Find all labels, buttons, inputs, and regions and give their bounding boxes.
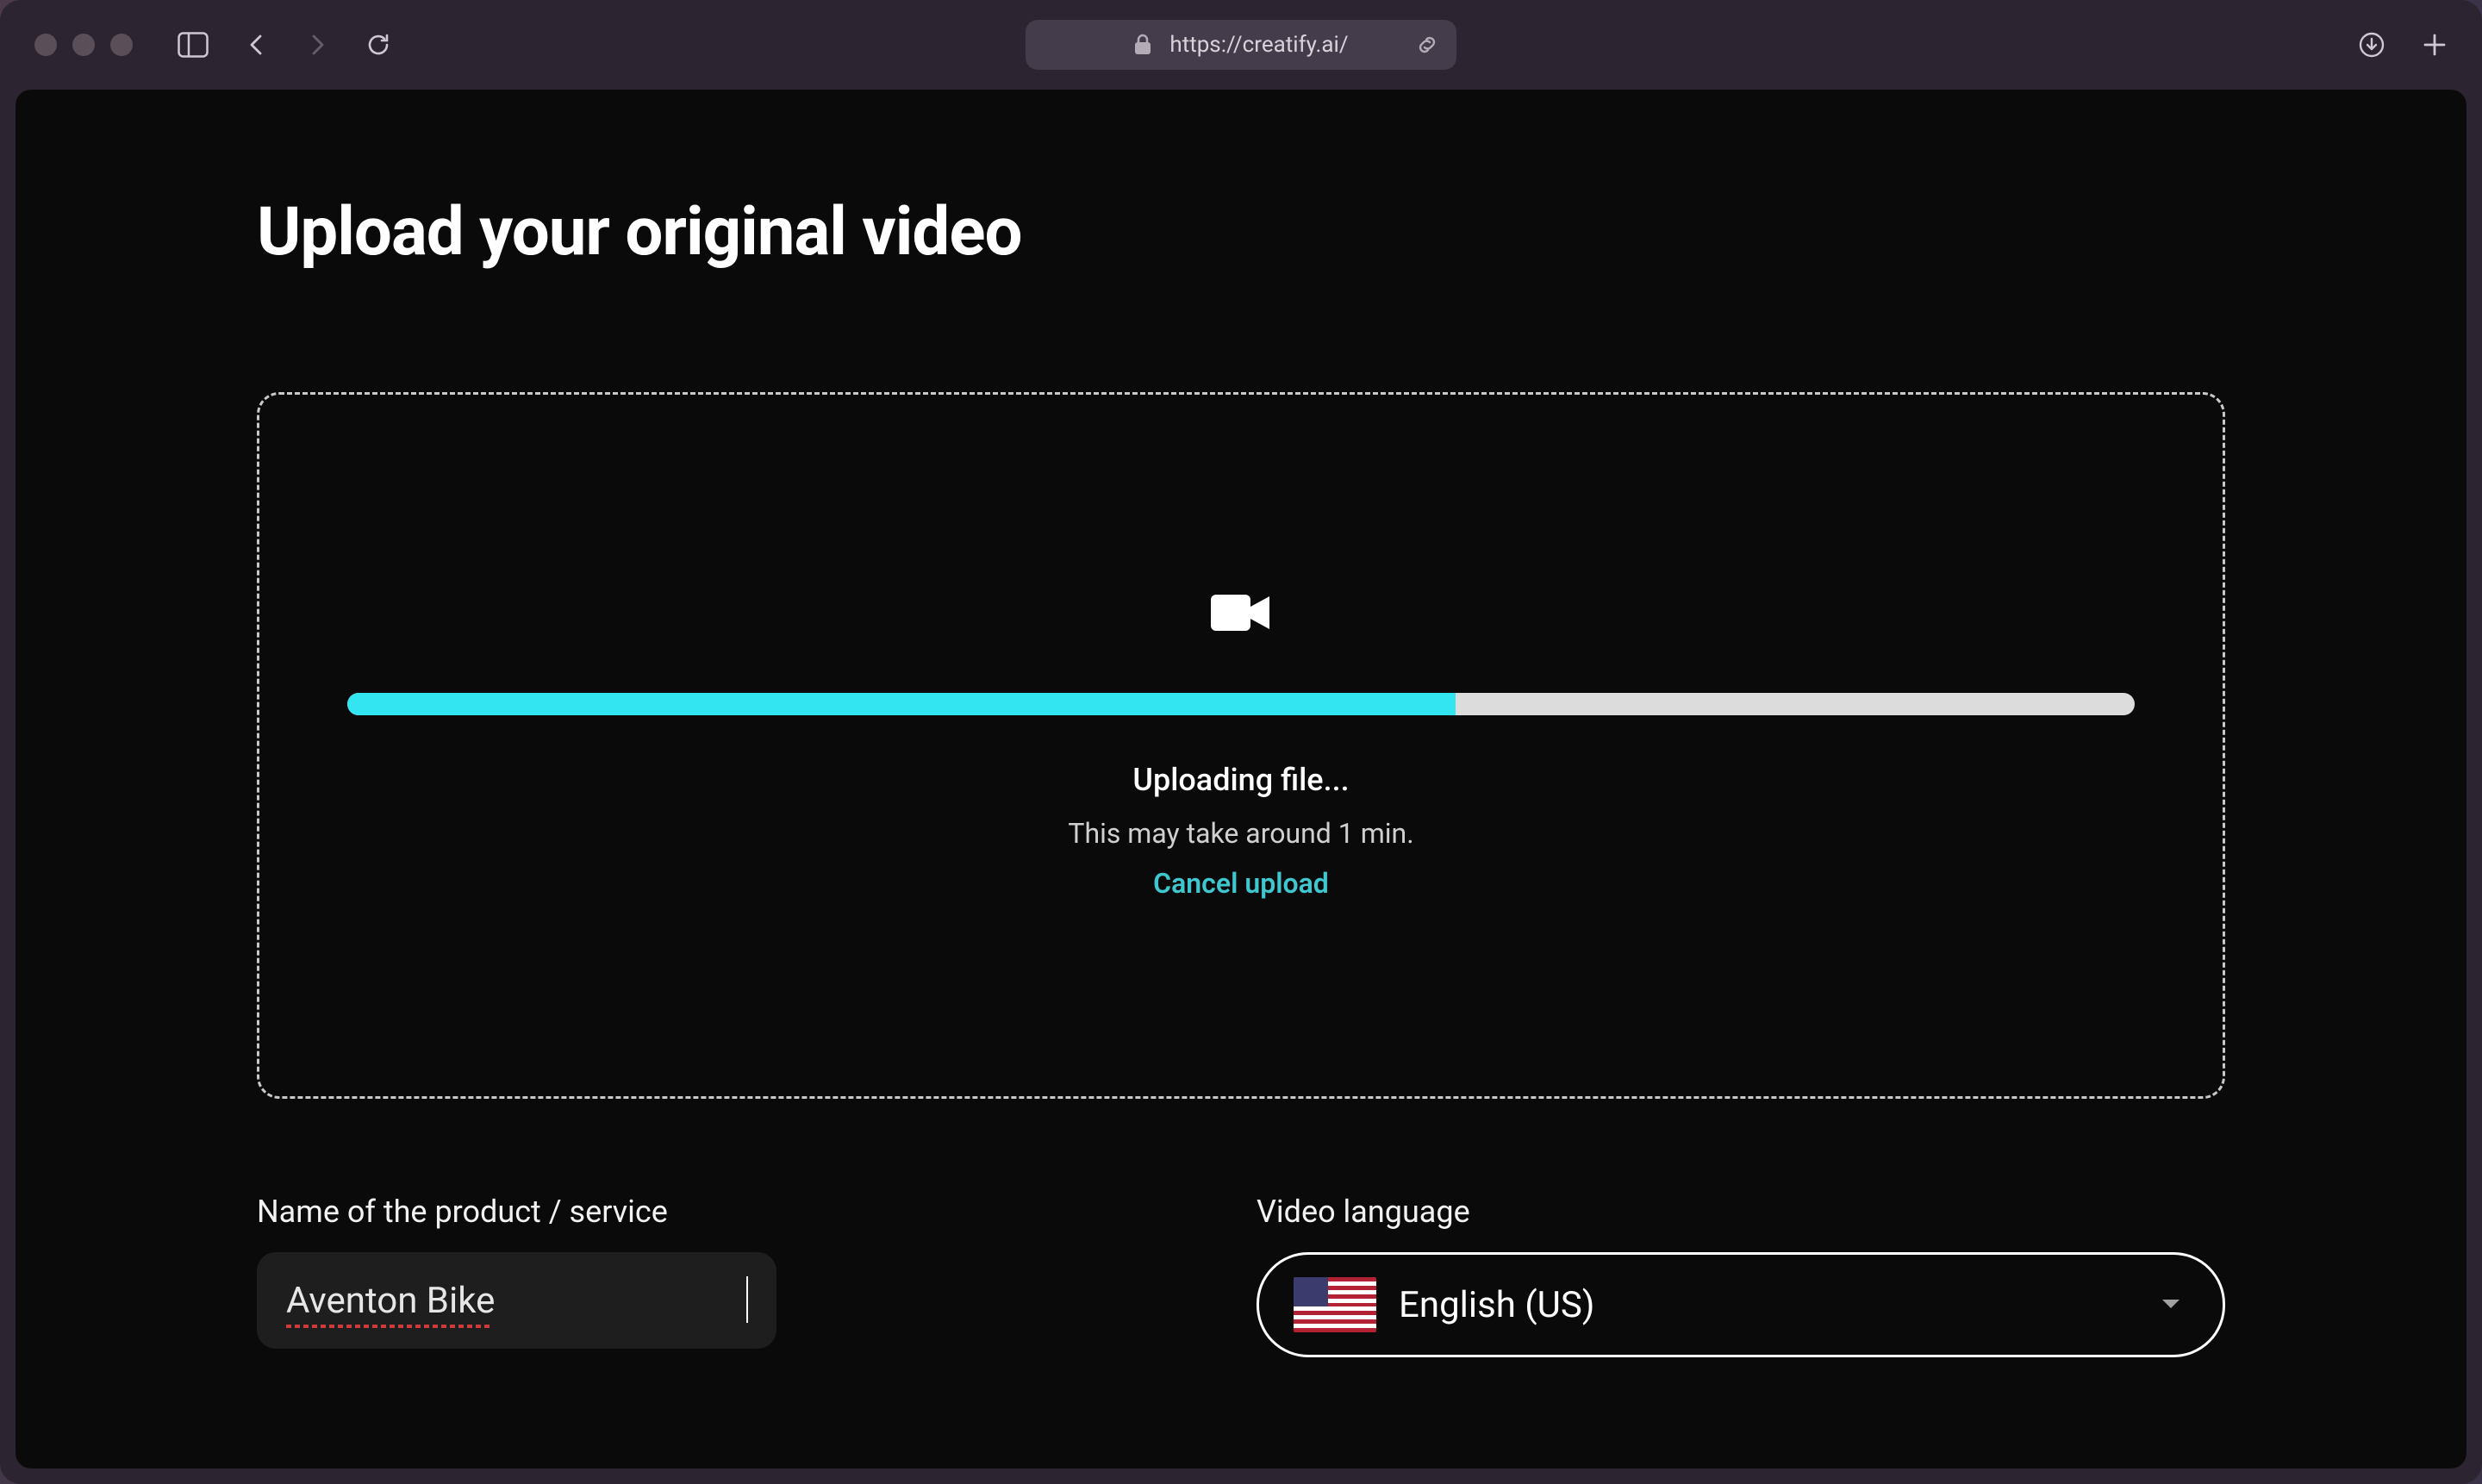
upload-hint-text: This may take around 1 min. — [1068, 817, 1413, 850]
share-link-icon[interactable] — [1415, 33, 1439, 57]
video-language-value: English (US) — [1399, 1284, 1594, 1326]
forward-button[interactable] — [305, 33, 329, 57]
reload-button[interactable] — [365, 32, 391, 58]
product-name-input[interactable] — [257, 1252, 776, 1349]
url-text: https://creatify.ai/ — [1169, 32, 1348, 58]
upload-dropzone[interactable]: Uploading file... This may take around 1… — [257, 392, 2225, 1099]
new-tab-button[interactable] — [2422, 32, 2448, 58]
close-window-button[interactable] — [34, 34, 57, 56]
lock-icon — [1133, 34, 1152, 56]
page-content: Upload your original video Uploading fil… — [16, 90, 2466, 1468]
address-bar[interactable]: https://creatify.ai/ — [1026, 20, 1456, 70]
upload-status-text: Uploading file... — [1132, 762, 1349, 798]
spellcheck-underline — [286, 1325, 493, 1328]
upload-progress-bar — [347, 693, 2135, 715]
page-title: Upload your original video — [257, 193, 2225, 271]
video-language-label: Video language — [1257, 1194, 2225, 1230]
cancel-upload-link[interactable]: Cancel upload — [1153, 867, 1329, 900]
fullscreen-window-button[interactable] — [110, 34, 133, 56]
video-language-select[interactable]: English (US) — [1257, 1252, 2225, 1357]
text-caret — [746, 1276, 748, 1323]
sidebar-toggle-icon[interactable] — [178, 32, 209, 58]
us-flag-icon — [1294, 1277, 1376, 1332]
minimize-window-button[interactable] — [72, 34, 95, 56]
upload-progress-fill — [347, 693, 1456, 715]
video-camera-icon — [1211, 591, 1271, 634]
product-name-label: Name of the product / service — [257, 1194, 1225, 1230]
titlebar: https://creatify.ai/ — [0, 0, 2482, 90]
chevron-down-icon — [2161, 1298, 2181, 1312]
browser-window: https://creatify.ai/ — [0, 0, 2482, 1484]
downloads-icon[interactable] — [2358, 31, 2385, 59]
window-controls — [34, 34, 133, 56]
back-button[interactable] — [245, 33, 269, 57]
form-row: Name of the product / service Video lang… — [257, 1194, 2225, 1357]
